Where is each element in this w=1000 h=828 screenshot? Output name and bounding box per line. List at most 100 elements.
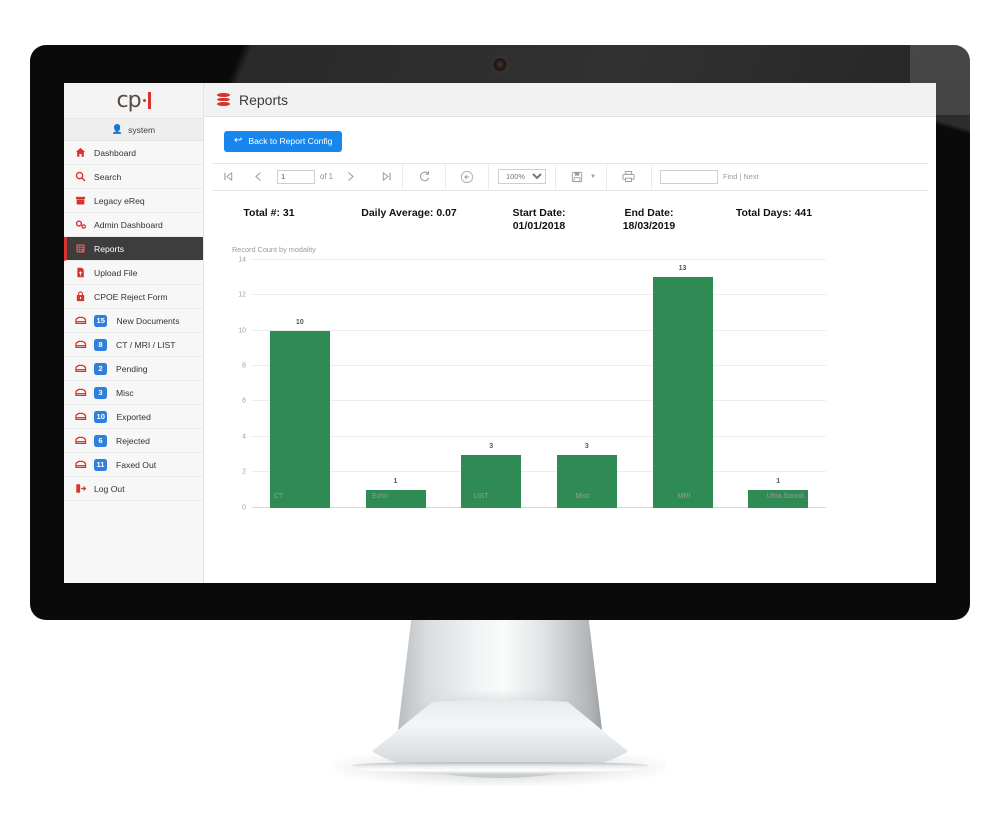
sidebar-item-reports[interactable]: Reports <box>64 237 203 261</box>
inbox-icon <box>75 195 87 206</box>
sidebar-item-faxed-out[interactable]: 11 Faxed Out <box>64 453 203 477</box>
print-icon[interactable] <box>618 166 640 188</box>
report-viewer-toolbar: of 1 <box>212 162 928 191</box>
action-bar: ↩ Back to Report Config <box>204 117 936 163</box>
sidebar-item-ct-mri-list[interactable]: 8 CT / MRI / LIST <box>64 333 203 357</box>
logo-bar-icon <box>147 92 151 109</box>
monitor-stand-base-lip <box>352 762 648 774</box>
chart-bar-slot: 1 <box>730 260 826 508</box>
home-icon <box>75 147 87 158</box>
sidebar-item-label: CT / MRI / LIST <box>116 339 176 350</box>
previous-page-icon[interactable] <box>247 166 269 188</box>
summary-start-date-value: 01/01/2018 <box>512 219 566 232</box>
chart-bar-value: 1 <box>776 478 781 486</box>
mailbox-icon <box>75 364 87 373</box>
mailbox-icon <box>75 316 87 325</box>
chart-y-tick-label: 4 <box>242 433 246 441</box>
chart-y-tick-label: 6 <box>242 397 246 405</box>
save-export-icon[interactable] <box>566 166 588 188</box>
sidebar-item-search[interactable]: Search <box>64 165 203 189</box>
monitor-scene: cp 👤 system Dashboard Search Legacy eReq Ad… <box>0 0 1000 828</box>
chart-bar-slot: 10 <box>252 260 348 508</box>
mailbox-icon <box>75 412 87 421</box>
chart-y-tick-label: 8 <box>242 362 246 370</box>
user-name: system <box>128 124 156 135</box>
sidebar-item-rejected[interactable]: 6 Rejected <box>64 429 203 453</box>
chart-bar <box>652 277 713 508</box>
sidebar-item-exported[interactable]: 10 Exported <box>64 405 203 429</box>
page-title: Reports <box>239 91 289 108</box>
chart-x-label: CT <box>273 492 284 500</box>
chart-bar-slot: 13 <box>635 260 731 508</box>
sidebar-item-pending[interactable]: 2 Pending <box>64 357 203 381</box>
sidebar-item-new-documents[interactable]: 15 New Documents <box>64 309 203 333</box>
zoom-select[interactable]: 100% <box>498 169 547 184</box>
sidebar-item-label: Reports <box>94 243 125 254</box>
chart-bar-value: 3 <box>489 442 494 450</box>
sidebar-item-misc[interactable]: 3 Misc <box>64 381 203 405</box>
app-logo[interactable]: cp <box>64 83 203 119</box>
chart-bars: 10 1 3 3 13 1 <box>252 260 826 508</box>
chart-bar <box>461 454 522 508</box>
chart-bar-value: 3 <box>584 442 589 450</box>
next-page-icon[interactable] <box>339 166 361 188</box>
lock-form-icon <box>75 291 87 302</box>
chart-x-label: Misc <box>575 492 590 500</box>
sidebar-item-cpoe-reject-form[interactable]: CPOE Reject Form <box>64 285 203 309</box>
screen-content: cp 👤 system Dashboard Search Legacy eReq Ad… <box>64 83 936 583</box>
sidebar-badge: 2 <box>94 362 107 375</box>
chart-y-tick-label: 0 <box>242 504 246 512</box>
webcam-icon <box>493 58 507 71</box>
sidebar-filler <box>64 501 203 583</box>
chart-container: Record Count by modality 0 2 4 6 8 10 12 14 10 1… <box>204 241 936 583</box>
chart-bar <box>269 330 330 508</box>
chart-x-label: LIST <box>473 492 489 500</box>
sidebar-item-label: Faxed Out <box>116 459 157 470</box>
summary-total-days: Total Days: 441 <box>735 206 813 219</box>
chart-y-tick-label: 12 <box>238 291 246 299</box>
sidebar-item-admin-dashboard[interactable]: Admin Dashboard <box>64 213 203 237</box>
sidebar-badge: 8 <box>94 338 107 351</box>
find-next-links[interactable]: Find | Next <box>723 172 759 181</box>
chart-title: Record Count by modality <box>232 244 316 254</box>
sidebar-badge: 15 <box>94 314 108 327</box>
back-arrow-icon: ↩ <box>234 135 243 146</box>
sidebar-item-legacy-ereq[interactable]: Legacy eReq <box>64 189 203 213</box>
summary-end-date-label: End Date: <box>624 206 674 219</box>
refresh-icon[interactable] <box>413 166 435 188</box>
find-input[interactable] <box>659 169 718 184</box>
sidebar-item-upload-file[interactable]: Upload File <box>64 261 203 285</box>
chart-bar-slot: 1 <box>348 260 444 508</box>
sidebar-item-log-out[interactable]: Log Out <box>64 477 203 501</box>
chart-x-axis-labels: CT Echo LIST Misc MRI Ultra Sound <box>228 493 836 500</box>
chevron-down-icon[interactable]: ▼ <box>590 174 596 180</box>
chart-x-label: Ultra Sound <box>766 492 804 500</box>
current-user[interactable]: 👤 system <box>64 119 203 141</box>
back-button-label: Back to Report Config <box>248 136 333 146</box>
search-icon <box>75 171 87 182</box>
last-page-icon[interactable] <box>375 166 397 188</box>
chart-bar-value: 13 <box>678 265 687 273</box>
chart-y-tick-label: 2 <box>242 468 246 476</box>
mailbox-icon <box>75 388 87 397</box>
first-page-icon[interactable] <box>217 166 239 188</box>
sidebar-item-label: CPOE Reject Form <box>94 291 168 302</box>
sidebar-item-label: Misc <box>116 387 134 398</box>
logo-text: cp <box>116 87 141 113</box>
logout-icon <box>75 483 87 494</box>
mailbox-icon <box>75 460 87 469</box>
page-count-label: of 1 <box>320 172 334 181</box>
refresh-group <box>403 163 445 191</box>
chart-x-label: Echo <box>372 492 388 500</box>
export-group: ▼ <box>556 163 606 191</box>
sidebar-item-label: Pending <box>116 363 148 374</box>
main-content: Reports ↩ Back to Report Config 1 of 1 1… <box>204 83 936 583</box>
sidebar-item-dashboard[interactable]: Dashboard <box>64 141 203 165</box>
page-number-input[interactable] <box>277 169 315 184</box>
back-to-report-config-button[interactable]: ↩ Back to Report Config <box>224 130 343 152</box>
database-icon <box>217 92 230 107</box>
summary-daily-average: Daily Average: 0.07 <box>361 206 457 219</box>
sidebar-badge: 11 <box>94 458 108 471</box>
back-to-parent-icon[interactable] <box>456 166 478 188</box>
print-group <box>607 163 651 191</box>
